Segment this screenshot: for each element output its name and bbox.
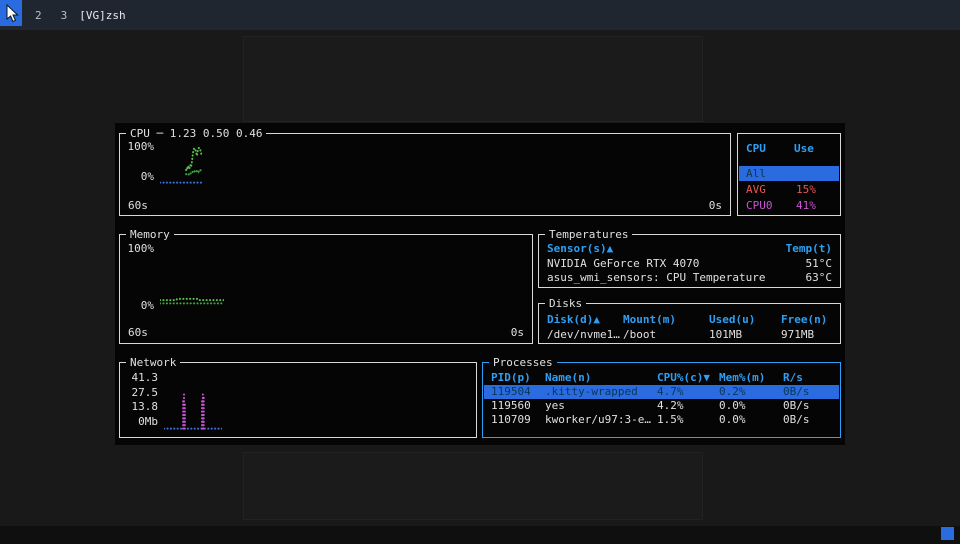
mem-sort-header[interactable]: Mem%(m) [719,371,783,385]
disk-sort-header[interactable]: Disk(d)▲ [547,313,623,327]
process-pid: 110709 [491,413,545,427]
mount-sort-header[interactable]: Mount(m) [623,313,709,327]
cpu-legend-col-use: Use [794,142,814,156]
process-read: 0B/s [783,399,839,413]
cpu-legend-header: CPU Use [746,142,836,156]
process-pid: 119504 [491,385,545,399]
cpu-legend-col-cpu: CPU [746,142,766,155]
process-mem: 0.0% [719,413,783,427]
network-y-label: 0Mb [122,415,158,428]
network-panel-title: Network [126,356,180,369]
network-y-label: 27.5 [122,386,158,399]
desktop: 2 3 [VG]zsh CPU ─ 1.23 0.50 0.46 100% 0%… [0,0,960,544]
terminal-window[interactable]: CPU ─ 1.23 0.50 0.46 100% 0% 60s 0s CPU … [115,123,845,445]
used-sort-header[interactable]: Used(u) [709,313,781,327]
memory-panel[interactable]: Memory 100% 0% 60s 0s [119,234,533,344]
workspace-2[interactable]: 2 [35,9,42,22]
pointer-icon [2,3,20,23]
process-read: 0B/s [783,385,839,399]
process-name: kworker/u97:3-e… [545,413,657,427]
memory-x-left-label: 60s [128,326,148,339]
cpu-x-left-label: 60s [128,199,148,212]
process-read: 0B/s [783,413,839,427]
network-y-label: 41.3 [122,371,158,384]
memory-usage-graph [160,247,224,311]
disk-free: 971MB [781,328,836,342]
disks-header-row: Disk(d)▲ Mount(m) Used(u) Free(n) [547,313,836,327]
temperatures-panel-title: Temperatures [545,228,632,241]
cpu-legend-row-avg[interactable]: AVG 15% [739,182,839,197]
memory-y-min-label: 0% [122,299,154,312]
temp-sort-header[interactable]: Temp(t) [786,242,832,256]
network-panel[interactable]: Network 41.3 27.5 13.8 0Mb [119,362,477,438]
process-pid: 119560 [491,399,545,413]
disk-mount: /boot [623,328,709,342]
process-name: yes [545,399,657,413]
temperature-row[interactable]: asus_wmi_sensors: CPU Temperature 63°C [547,271,832,285]
process-row[interactable]: 110709 kworker/u97:3-e… 1.5% 0.0% 0B/s [484,413,839,427]
cpu-usage-graph [160,144,202,186]
process-cpu: 4.7% [657,385,719,399]
network-traffic-graph [164,373,222,431]
sensor-temp: 51°C [806,257,833,271]
process-cpu: 4.2% [657,399,719,413]
processes-panel-title: Processes [489,356,557,369]
cpu-legend-avg-value: 15% [796,182,816,197]
background-window-outline [243,452,703,520]
status-bar: 2 3 [VG]zsh [0,0,960,30]
process-cpu: 1.5% [657,413,719,427]
temperatures-panel[interactable]: Temperatures Sensor(s)▲ Temp(t) NVIDIA G… [538,234,841,288]
temperature-row[interactable]: NVIDIA GeForce RTX 4070 51°C [547,257,832,271]
cpu-legend-panel[interactable]: CPU Use All AVG 15% CPU0 41% [737,133,841,216]
cpu-panel[interactable]: CPU ─ 1.23 0.50 0.46 100% 0% 60s 0s [119,133,731,216]
cpu-legend-row-cpu0[interactable]: CPU0 41% [739,198,839,213]
cpu-legend-avg-label: AVG [746,183,766,196]
read-sort-header[interactable]: R/s [783,371,839,385]
cpu-y-min-label: 0% [122,170,154,183]
network-y-label: 13.8 [122,400,158,413]
window-title[interactable]: [VG]zsh [79,9,125,22]
cpu-legend-row-all[interactable]: All [739,166,839,181]
cpu-sort-header[interactable]: CPU%(c)▼ [657,371,719,385]
corner-indicator [941,527,954,540]
cpu-legend-cpu0-label: CPU0 [746,199,773,212]
name-sort-header[interactable]: Name(n) [545,371,657,385]
sensor-temp: 63°C [806,271,833,285]
process-mem: 0.0% [719,399,783,413]
sensor-sort-header[interactable]: Sensor(s)▲ [547,242,613,256]
cpu-x-right-label: 0s [709,199,722,212]
disks-panel[interactable]: Disks Disk(d)▲ Mount(m) Used(u) Free(n) … [538,303,841,344]
disk-name: /dev/nvme1… [547,328,623,342]
free-sort-header[interactable]: Free(n) [781,313,836,327]
disk-row[interactable]: /dev/nvme1… /boot 101MB 971MB [547,328,836,342]
cpu-legend-cpu0-value: 41% [796,198,816,213]
temperatures-header-row: Sensor(s)▲ Temp(t) [547,242,832,256]
process-row[interactable]: 119560 yes 4.2% 0.0% 0B/s [484,399,839,413]
workspace-3[interactable]: 3 [61,9,68,22]
processes-panel[interactable]: Processes PID(p) Name(n) CPU%(c)▼ Mem%(m… [482,362,841,438]
cpu-panel-title: CPU ─ 1.23 0.50 0.46 [126,127,266,140]
cpu-legend-all-label: All [746,167,766,180]
memory-y-max-label: 100% [122,242,154,255]
disks-panel-title: Disks [545,297,586,310]
background-window-outline [243,36,703,122]
cpu-y-max-label: 100% [122,140,154,153]
disk-used: 101MB [709,328,781,342]
pid-sort-header[interactable]: PID(p) [491,371,545,385]
sensor-name: NVIDIA GeForce RTX 4070 [547,257,699,271]
processes-header-row: PID(p) Name(n) CPU%(c)▼ Mem%(m) R/s [484,371,839,385]
process-name: .kitty-wrapped [545,385,657,399]
memory-x-right-label: 0s [511,326,524,339]
mouse-cursor [0,0,22,26]
process-mem: 0.2% [719,385,783,399]
bottom-strip [0,526,960,544]
process-row-selected[interactable]: 119504 .kitty-wrapped 4.7% 0.2% 0B/s [484,385,839,399]
memory-panel-title: Memory [126,228,174,241]
sensor-name: asus_wmi_sensors: CPU Temperature [547,271,766,285]
